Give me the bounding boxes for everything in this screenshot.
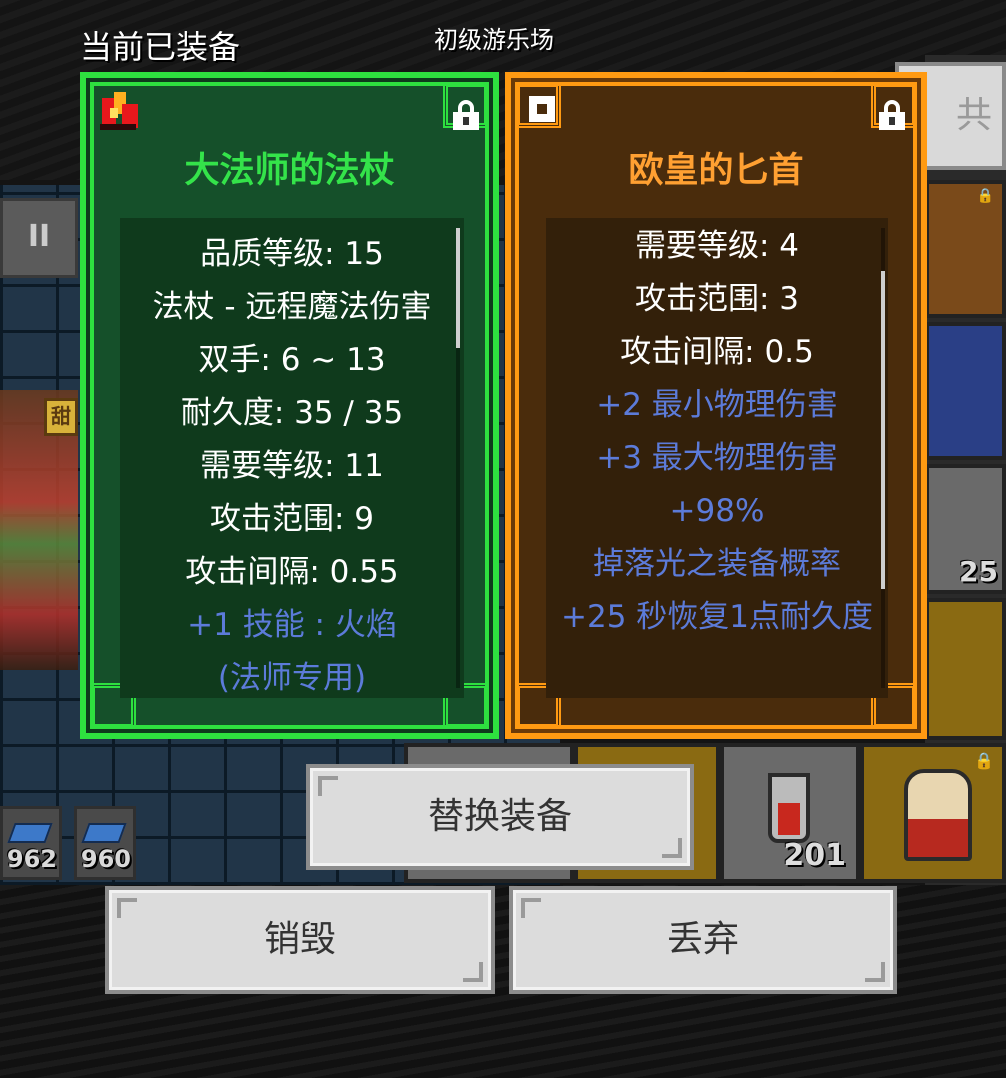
button-notch (865, 962, 885, 982)
hero-sign: 甜 (44, 398, 78, 436)
gun-icon (7, 823, 53, 843)
stat-line: +98% (669, 493, 765, 529)
discard-label: 丢弃 (666, 919, 739, 960)
button-notch (117, 898, 137, 918)
backpack-slot[interactable]: 201 (720, 743, 860, 883)
gun-icon (81, 823, 127, 843)
stat-line: 攻击间隔: 0.5 (620, 334, 814, 370)
stat-line: 掉落光之装备概率 (593, 546, 841, 582)
lock-icon: 🔒 (976, 188, 994, 204)
stat-line: 攻击范围: 3 (634, 281, 800, 317)
stat-line: +2 最小物理伤害 (596, 387, 838, 423)
backpack-slot[interactable] (925, 322, 1006, 460)
discard-button[interactable]: 丢弃 (509, 886, 897, 994)
item-stats[interactable]: 品质等级: 15 法杖 - 远程魔法伤害 双手: 6 ~ 13 耐久度: 35 / 3… (120, 218, 464, 698)
button-notch (521, 898, 541, 918)
destroy-button[interactable]: 销毁 (105, 886, 495, 994)
backpack-slot[interactable]: 🔒 (860, 743, 1006, 883)
ammo-slot[interactable]: 960 (74, 806, 136, 880)
stat-line: +1 技能 : 火焰 (187, 607, 397, 643)
item-name: 欧皇的匕首 (628, 151, 804, 191)
stat-list: 需要等级: 4 攻击范围: 3 攻击间隔: 0.5 +2 最小物理伤害 +3 最大物理伤… (546, 218, 888, 644)
area-name: 初级游乐场 (434, 26, 554, 54)
backpack-slot[interactable]: 🔒 (925, 180, 1006, 318)
stat-line: 攻击间隔: 0.55 (185, 554, 399, 590)
backpack-slot[interactable]: 25 (925, 464, 1006, 594)
stat-line: 品质等级: 15 (200, 236, 384, 272)
replace-equipment-label: 替换装备 (427, 796, 572, 837)
armor-icon (904, 769, 972, 861)
button-notch (662, 838, 682, 858)
lock-icon[interactable] (453, 100, 479, 130)
item-name: 大法师的法杖 (184, 151, 395, 191)
lock-icon[interactable] (879, 100, 905, 130)
item-stats[interactable]: 需要等级: 4 攻击范围: 3 攻击间隔: 0.5 +2 最小物理伤害 +3 最大物理伤… (546, 218, 888, 698)
lock-icon: 🔒 (974, 751, 994, 770)
backpack-slot[interactable] (925, 598, 1006, 740)
new-item-card: 欧皇的匕首 需要等级: 4 攻击范围: 3 攻击间隔: 0.5 +2 最小物理伤害 +3… (505, 72, 927, 739)
stat-line: (法师专用) (217, 660, 367, 696)
stat-line: 需要等级: 4 (634, 228, 800, 264)
stat-line: +25 秒恢复1点耐久度 (561, 599, 873, 635)
replace-equipment-button[interactable]: 替换装备 (306, 764, 694, 870)
item-count: 25 (959, 555, 998, 588)
stat-line: 双手: 6 ~ 13 (198, 342, 386, 378)
stat-line: +3 最大物理伤害 (596, 440, 838, 476)
stat-list: 品质等级: 15 法杖 - 远程魔法伤害 双手: 6 ~ 13 耐久度: 35 / 3… (120, 218, 464, 698)
item-count: 201 (783, 838, 846, 873)
new-item-mark (529, 96, 555, 122)
stats-scrollbar[interactable] (881, 228, 885, 688)
destroy-label: 销毁 (263, 919, 336, 960)
stat-line: 法杖 - 远程魔法伤害 (152, 289, 432, 325)
ammo-count: 960 (80, 845, 131, 873)
fire-staff-icon (94, 86, 144, 136)
stat-line: 需要等级: 11 (200, 448, 384, 484)
ammo-slot[interactable]: 962 (0, 806, 62, 880)
equipped-item-card: 大法师的法杖 品质等级: 15 法杖 - 远程魔法伤害 双手: 6 ~ 13 耐久度:… (80, 72, 499, 739)
pause-button[interactable]: II (0, 198, 78, 278)
stat-line: 攻击范围: 9 (209, 501, 375, 537)
ammo-count: 962 (6, 845, 57, 873)
equipped-label: 当前已装备 (80, 28, 241, 66)
health-potion-icon (768, 773, 810, 843)
stats-scrollbar[interactable] (456, 228, 460, 688)
button-notch (463, 962, 483, 982)
stat-line: 耐久度: 35 / 35 (180, 395, 404, 431)
button-notch (318, 776, 338, 796)
